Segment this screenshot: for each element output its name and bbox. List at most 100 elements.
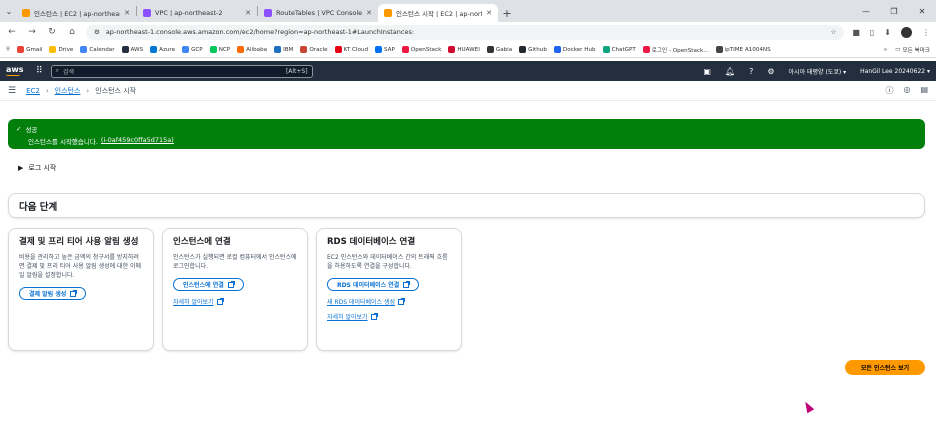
close-tab-icon[interactable]: ✕ [124,9,130,17]
bookmark-item[interactable]: Azure [150,46,175,53]
bookmark-item[interactable]: Oracle [300,46,328,53]
bookmark-item[interactable]: Github [519,46,547,53]
create-billing-alert-button[interactable]: 결제 알림 생성 [19,287,87,300]
notifications-icon[interactable]: ◎ [903,85,910,96]
bookmark-item[interactable]: AWS [121,46,143,53]
launch-log-toggle[interactable]: ▶ 로그 시작 [18,163,56,173]
tab-search-icon[interactable]: ⌄ [2,0,16,22]
create-rds-link[interactable]: 새 RDS 데이터베이스 생성 [327,297,451,306]
new-tab-button[interactable]: + [498,4,516,22]
region-selector[interactable]: 아시아 태평양 (도쿄) ▾ [789,67,847,76]
profile-avatar[interactable] [901,26,912,38]
forward-icon[interactable]: → [26,27,38,37]
bookmark-item[interactable]: OpenStack [401,46,441,53]
browser-tab-strip: ⌄ 인스턴스 | EC2 | ap-northeast ✕ VPC | ap-n… [0,0,936,22]
close-tab-icon[interactable]: ✕ [486,9,492,17]
external-link-icon [70,289,78,297]
vpc-favicon-icon [143,9,151,17]
kt-cloud-icon [334,46,342,53]
card-title: 결제 및 프리 티어 사용 알림 생성 [19,237,139,247]
bookmark-item[interactable]: ChatGPT [602,46,636,53]
bookmark-item[interactable]: Calendar [80,46,115,53]
aws-icon [121,46,129,53]
breadcrumb-instances[interactable]: 인스턴스 [55,86,81,96]
next-steps-title: 다음 단계 [19,201,58,213]
bookmark-item[interactable]: NCP [209,46,230,53]
chevron-right-icon[interactable]: » [884,47,887,53]
bookmark-item[interactable]: ipTIME A1004NS [715,46,771,53]
breadcrumb-tools: ⓘ ◎ ▤ [885,85,928,96]
bookmark-item[interactable]: KT Cloud [334,46,369,53]
settings-gear-icon[interactable]: ⚙ [767,67,774,76]
download-icon[interactable]: ⬇ [884,28,891,37]
button-label: 인스턴스에 연결 [183,282,224,289]
breadcrumb-current: 인스턴스 시작 [95,86,137,95]
breadcrumb-ec2[interactable]: EC2 [26,87,40,95]
bookmark-label: Calendar [89,46,115,53]
tab-title: VPC | ap-northeast-2 [155,9,223,17]
help-icon[interactable]: ? [749,67,753,76]
services-grid-icon[interactable]: ⠿ [36,66,43,76]
search-input[interactable]: ⌕ 검색 [Alt+S] [50,64,313,78]
browser-tab[interactable]: 인스턴스 | EC2 | ap-northeast ✕ [16,4,136,22]
vpc-favicon-icon [264,9,272,17]
bookmark-item[interactable]: Gmail [17,46,42,53]
azure-icon [150,46,158,53]
account-label: HanGil Lee 20240622 [860,67,926,75]
bookmark-item[interactable]: Docker Hub [553,46,596,53]
side-panel-icon[interactable]: ▯ [870,28,874,37]
hamburger-menu-icon[interactable]: ☰ [8,86,16,96]
bookmark-item[interactable]: IBM [274,46,293,53]
connect-rds-button[interactable]: RDS 데이터베이스 연결 [327,278,420,291]
info-icon[interactable]: ⓘ [885,85,893,96]
url-input[interactable]: ⚙ ap-northeast-1.console.aws.amazon.com/… [86,24,845,40]
reload-icon[interactable]: ↻ [46,27,58,37]
close-tab-icon[interactable]: ✕ [245,9,251,17]
card-description: 비용을 관리하고 높은 금액의 청구서를 방지하려면 결제 및 프리 티어 사용… [19,254,142,279]
home-icon[interactable]: ⌂ [66,27,78,37]
instance-id-link[interactable]: (i-0af459c0ffa5d715a) [101,136,174,146]
cloudshell-icon[interactable]: ▣ [703,67,711,76]
learn-more-link[interactable]: 자세히 알아보기 [327,312,451,321]
site-info-icon[interactable]: ⚙ [94,28,100,36]
view-all-instances-button[interactable]: 모든 인스턴스 보기 [845,360,925,375]
all-bookmarks-folder[interactable]: ▭ 모든 북마크 [895,46,930,54]
bookmark-item[interactable]: SAP [375,46,395,53]
tab-title: 인스턴스 | EC2 | ap-northeast [34,10,121,18]
external-link-icon [370,312,378,320]
learn-more-link[interactable]: 자세히 알아보기 [173,297,297,306]
bookmark-label: 로그인 - OpenStack... [651,47,709,54]
alibaba-icon [237,46,245,53]
bookmark-label: Gabia [495,46,513,53]
bookmark-item[interactable]: 로그인 - OpenStack... [642,46,709,54]
panel-icon[interactable]: ▤ [920,85,928,96]
more-menu-icon[interactable]: ⋮ [922,28,930,37]
bookmark-item[interactable]: Gabia [486,46,513,53]
browser-tab[interactable]: VPC | ap-northeast-2 ✕ [137,4,257,22]
bookmark-item[interactable]: GCP [182,46,203,53]
close-tab-icon[interactable]: ✕ [366,9,372,17]
bookmark-star-icon[interactable]: ☆ [831,28,837,36]
browser-tab-active[interactable]: 인스턴스 시작 | EC2 | ap-north ✕ [378,4,498,22]
search-icon: ⌕ [55,67,59,74]
close-window-icon[interactable]: ✕ [908,7,936,16]
browser-tab[interactable]: RouteTables | VPC Console ✕ [258,4,378,22]
minimize-icon[interactable]: — [852,7,880,16]
account-menu[interactable]: HanGil Lee 20240622 ▾ [860,68,930,75]
browser-toolbar-right: ■ ▯ ⬇ ⋮ [852,26,930,38]
bookmark-label: KT Cloud [343,46,369,53]
extension-icon[interactable]: ■ [852,28,860,37]
apps-grid-icon[interactable]: ⠿ [6,47,10,53]
aws-logo[interactable]: aws [6,66,26,76]
bookmark-item[interactable]: HUAWEI [448,46,480,53]
bell-icon[interactable]: 🔔︎ [725,67,735,76]
bookmark-item[interactable]: Alibaba [237,46,267,53]
bookmark-item[interactable]: Drive [49,46,73,53]
maximize-icon[interactable]: ❐ [880,7,908,16]
link-label: 자세히 알아보기 [173,299,214,306]
back-icon[interactable]: ← [6,27,18,37]
flash-title: 성공 [25,126,38,134]
connect-instance-button[interactable]: 인스턴스에 연결 [173,278,244,291]
bookmark-label: ipTIME A1004NS [724,46,771,53]
huawei-icon [448,46,456,53]
